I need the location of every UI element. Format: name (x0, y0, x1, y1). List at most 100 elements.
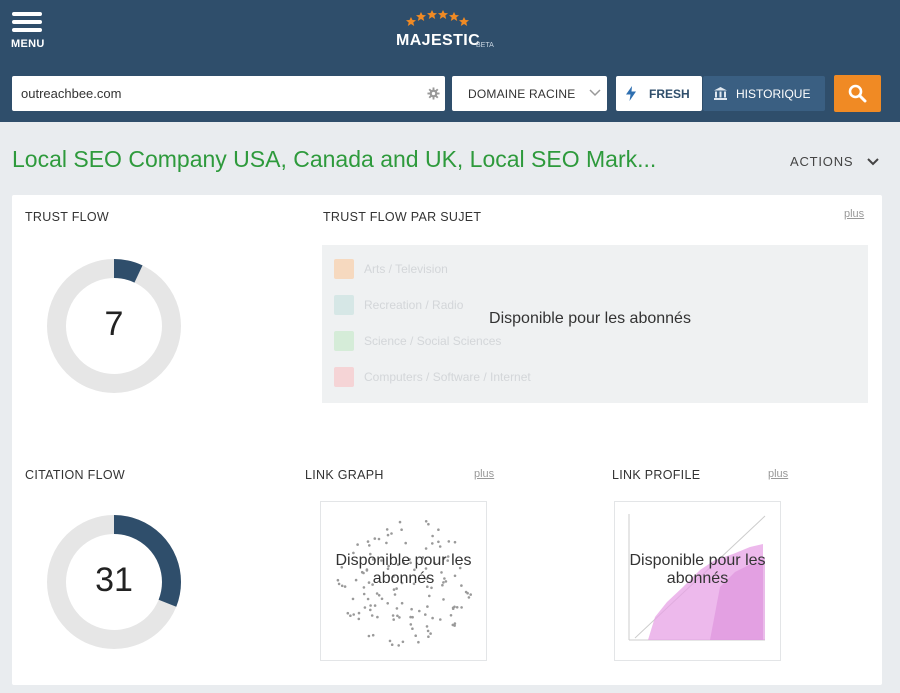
graph-dot (398, 520, 402, 524)
fresh-label: FRESH (649, 87, 690, 101)
graph-dot (349, 614, 352, 617)
graph-dot (357, 617, 361, 621)
graph-dot (442, 598, 445, 601)
fresh-index-button[interactable]: FRESH (616, 76, 702, 111)
historic-index-button[interactable]: HISTORIQUE (703, 76, 825, 111)
subscriber-only-message: Disponible pour les abonnés (615, 552, 780, 588)
graph-dot (414, 634, 417, 637)
topic-swatch (334, 259, 354, 279)
graph-dot (366, 597, 370, 601)
graph-dot (397, 644, 400, 647)
menu-icon-bar (12, 28, 42, 32)
graph-dot (427, 522, 430, 526)
graph-dot (426, 629, 430, 633)
graph-dot (409, 623, 413, 626)
graph-dot (411, 627, 414, 630)
chevron-down-icon (867, 158, 879, 166)
lightning-icon (626, 86, 636, 101)
search-input[interactable] (12, 76, 424, 111)
citation-flow-value: 31 (95, 561, 133, 599)
graph-dot (438, 545, 442, 548)
actions-dropdown[interactable]: ACTIONS (790, 154, 885, 172)
link-graph-title: LINK GRAPH (305, 468, 384, 482)
logo-text: MAJESTIC (396, 32, 481, 49)
message-line: abonnés (372, 570, 435, 587)
graph-dot (404, 541, 407, 545)
search-submit-button[interactable] (834, 75, 881, 112)
graph-dot (424, 520, 428, 523)
scope-dropdown[interactable]: DOMAINE RACINE (452, 76, 607, 111)
topic-item: Arts / Television (334, 258, 594, 279)
beta-badge: BETA (476, 42, 494, 49)
graph-dot (392, 588, 396, 591)
graph-dot (400, 601, 404, 605)
link-graph-preview: Disponible pour les abonnés (320, 501, 487, 661)
link-profile-title: LINK PROFILE (612, 468, 701, 482)
menu-button[interactable]: MENU (10, 11, 50, 51)
graph-dot (375, 592, 379, 595)
top-header: MENU MAJESTIC BETA outreachbee.com DOMAI… (0, 0, 900, 122)
graph-dot (428, 594, 431, 598)
trust-flow-value: 7 (104, 305, 124, 343)
topic-swatch (334, 367, 354, 387)
link-profile-preview: Disponible pour les abonnés (614, 501, 781, 661)
graph-dot (385, 541, 388, 545)
graph-dot (460, 606, 463, 609)
graph-dot (431, 542, 434, 545)
graph-dot (431, 534, 434, 538)
graph-dot (464, 590, 468, 594)
graph-dot (426, 605, 429, 608)
graph-dot (447, 540, 451, 543)
graph-dot (425, 625, 429, 628)
graph-dot (424, 613, 427, 616)
graph-dot (391, 614, 395, 617)
trust-flow-title: TRUST FLOW (25, 210, 110, 224)
graph-dot (380, 597, 384, 601)
search-field[interactable] (12, 76, 445, 111)
link-profile-plus-link[interactable]: plus (768, 468, 788, 480)
graph-dot (346, 611, 350, 615)
topical-trust-flow-panel: Arts / Television Recreation / Radio Sci… (322, 245, 868, 403)
gear-icon[interactable] (427, 87, 440, 100)
graph-dot (396, 614, 399, 618)
topical-plus-link[interactable]: plus (844, 208, 864, 220)
subscriber-only-message: Disponible pour les abonnés (489, 310, 691, 327)
graph-dot (370, 614, 374, 617)
message-line: Disponible pour les (629, 552, 766, 569)
graph-dot (431, 616, 434, 620)
topic-item: Science / Social Sciences (334, 330, 594, 351)
topic-label: Science / Social Sciences (364, 334, 502, 348)
topic-label: Computers / Software / Internet (364, 370, 531, 384)
graph-dot (453, 622, 457, 625)
graph-dot (409, 615, 412, 619)
menu-icon-bar (12, 20, 42, 24)
graph-dot (386, 602, 389, 605)
graph-dot (417, 640, 420, 644)
link-graph-plus-link[interactable]: plus (474, 468, 494, 480)
graph-dot (439, 618, 442, 621)
subscriber-only-message: Disponible pour les abonnés (321, 552, 486, 588)
graph-dot (449, 614, 453, 617)
graph-dot (352, 613, 355, 616)
graph-dot (386, 533, 390, 537)
graph-dot (424, 547, 428, 550)
graph-dot (410, 607, 413, 611)
graph-dot (390, 643, 394, 646)
graph-dot (357, 611, 361, 615)
majestic-logo[interactable]: MAJESTIC BETA (390, 8, 510, 52)
graph-dot (351, 597, 355, 601)
graph-dot (418, 609, 421, 613)
chevron-down-icon (589, 89, 601, 97)
graph-dot (367, 634, 371, 638)
topic-label: Arts / Television (364, 262, 448, 276)
graph-dot (451, 606, 455, 610)
graph-dot (362, 592, 366, 596)
graph-dot (371, 633, 375, 637)
historique-label: HISTORIQUE (736, 87, 811, 101)
menu-label: MENU (11, 38, 45, 50)
topic-item: Computers / Software / Internet (334, 366, 594, 387)
graph-dot (453, 540, 457, 544)
graph-dot (437, 528, 440, 531)
graph-dot (363, 606, 367, 609)
graph-dot (385, 528, 389, 531)
